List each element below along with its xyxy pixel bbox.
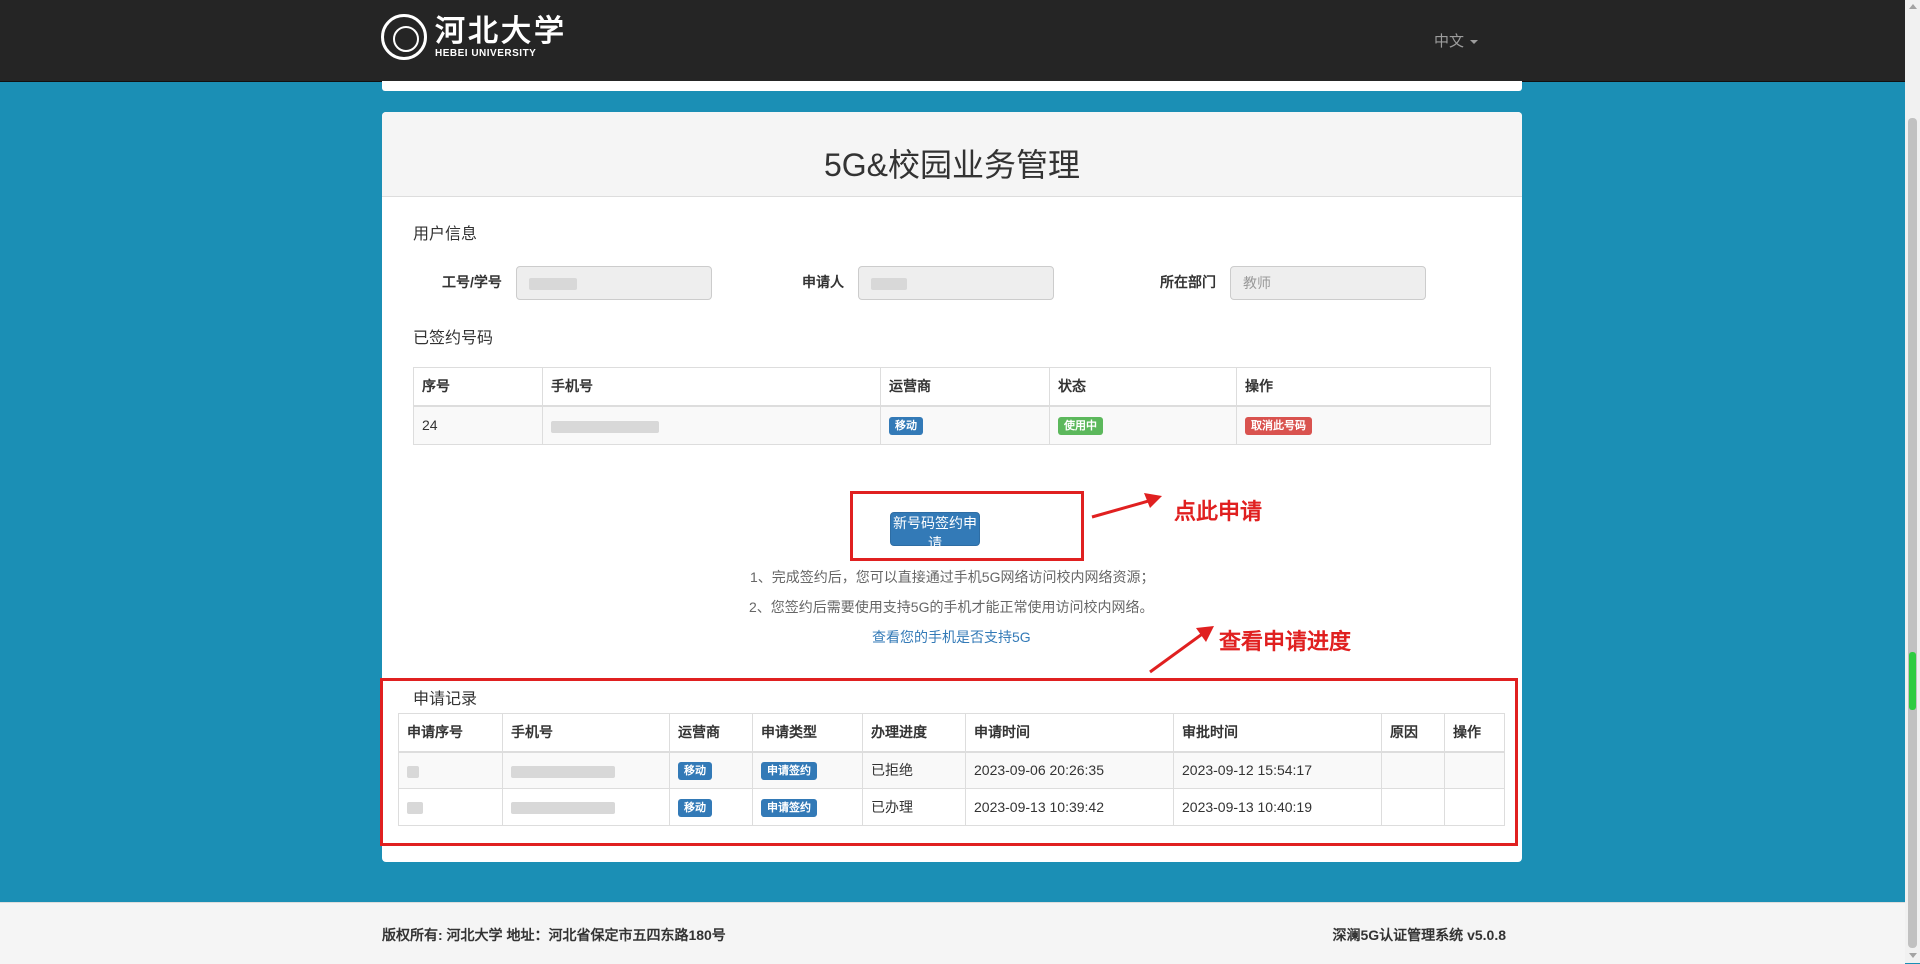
arrow-to-progress-head [1196, 626, 1214, 642]
scroll-down-icon[interactable] [1909, 953, 1917, 958]
arrow-to-apply-line [1091, 498, 1153, 519]
view-progress-annotation: 查看申请进度 [1219, 629, 1352, 654]
scroll-position-marker [1909, 652, 1916, 710]
footer-system-version: 深澜5G认证管理系统 v5.0.8 [1332, 927, 1507, 943]
footer-copyright: 版权所有: 河北大学 地址：河北省保定市五四东路180号 [382, 927, 726, 943]
page-footer: 版权所有: 河北大学 地址：河北省保定市五四东路180号 深澜5G认证管理系统 … [0, 902, 1905, 964]
annotation-arrows [1091, 493, 1214, 674]
scroll-up-icon[interactable] [1909, 4, 1917, 9]
arrow-to-progress-line [1149, 630, 1206, 674]
scrollbar-thumb[interactable] [1908, 118, 1917, 948]
vertical-scrollbar[interactable] [1905, 0, 1920, 963]
click-here-annotation: 点此申请 [1174, 499, 1263, 524]
